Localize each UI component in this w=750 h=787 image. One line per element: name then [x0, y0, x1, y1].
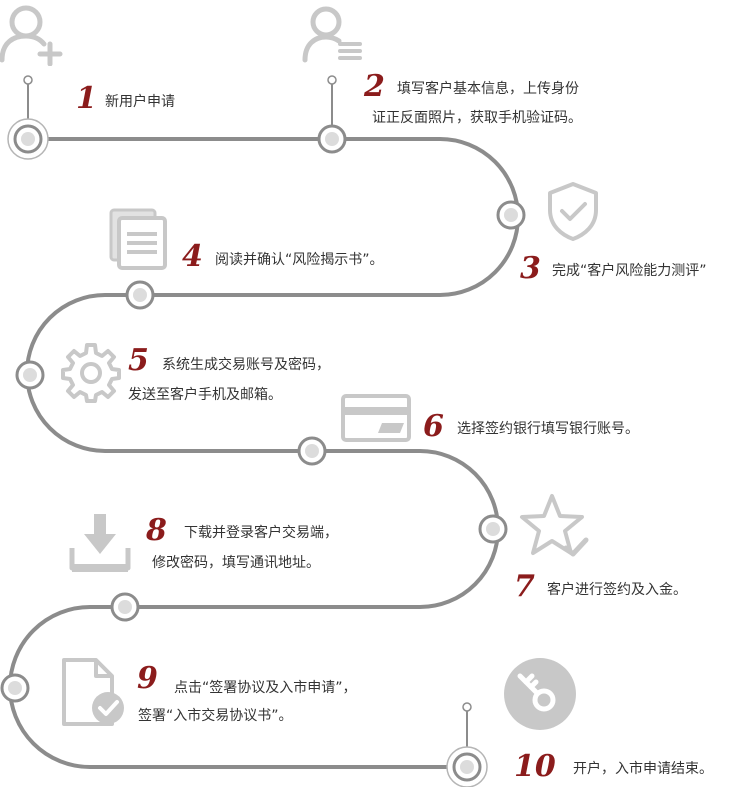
- key-icon: [504, 658, 576, 730]
- step-2-text-line2: 证正反面照片，获取手机验证码。: [372, 110, 582, 126]
- step-2-text-line1: 填写客户基本信息，上传身份: [397, 81, 579, 97]
- download-icon: [69, 514, 131, 572]
- step-9-number: 9: [137, 661, 158, 696]
- step-8-text-line1: 下载并登录客户交易端，: [184, 525, 338, 541]
- step-5-text-line2: 发送至客户手机及邮箱。: [128, 387, 282, 403]
- node-3: [496, 200, 526, 230]
- step-10-number: 10: [514, 749, 556, 784]
- node-5: [15, 360, 45, 390]
- bank-card-icon: [341, 394, 411, 442]
- step-9-text-line1: 点击“签署协议及入市申请”，: [174, 680, 357, 696]
- step-3-text: 完成“客户风险能力测评”: [552, 263, 707, 279]
- step-3-number: 3: [520, 251, 541, 286]
- step-9-text-line2: 签署“入市交易协议书”。: [138, 708, 293, 724]
- document-check-icon: [62, 658, 124, 726]
- gear-icon: [61, 343, 121, 403]
- step-4-text: 阅读并确认“风险揭示书”。: [215, 252, 384, 268]
- shield-check-icon: [548, 182, 598, 241]
- step-10-text: 开户，入市申请结束。: [573, 761, 713, 777]
- step-1-text: 新用户申请: [105, 94, 175, 110]
- start-node: [7, 118, 49, 160]
- step-2-number: 2: [364, 69, 385, 104]
- node-2: [317, 124, 347, 154]
- step-7-number: 7: [514, 569, 535, 604]
- step-5-number: 5: [128, 343, 149, 378]
- step-4-number: 4: [182, 239, 203, 274]
- step-7-text: 客户进行签约及入金。: [547, 582, 687, 598]
- step-8-text-line2: 修改密码，填写通讯地址。: [152, 555, 320, 571]
- end-node: [446, 746, 488, 787]
- node-8: [110, 592, 140, 622]
- step-1-number: 1: [76, 81, 97, 116]
- node-6: [297, 436, 327, 466]
- user-list-icon: [302, 6, 362, 63]
- step-8-number: 8: [146, 513, 167, 548]
- node-7: [478, 514, 508, 544]
- documents-icon: [109, 208, 167, 270]
- step-5-text-line1: 系统生成交易账号及密码，: [162, 357, 330, 373]
- star-check-icon: [520, 494, 589, 557]
- step-6-text: 选择签约银行填写银行账号。: [457, 421, 639, 437]
- node-4: [125, 280, 155, 310]
- step-6-number: 6: [423, 409, 444, 444]
- node-9: [0, 673, 30, 703]
- add-user-icon: [0, 5, 63, 66]
